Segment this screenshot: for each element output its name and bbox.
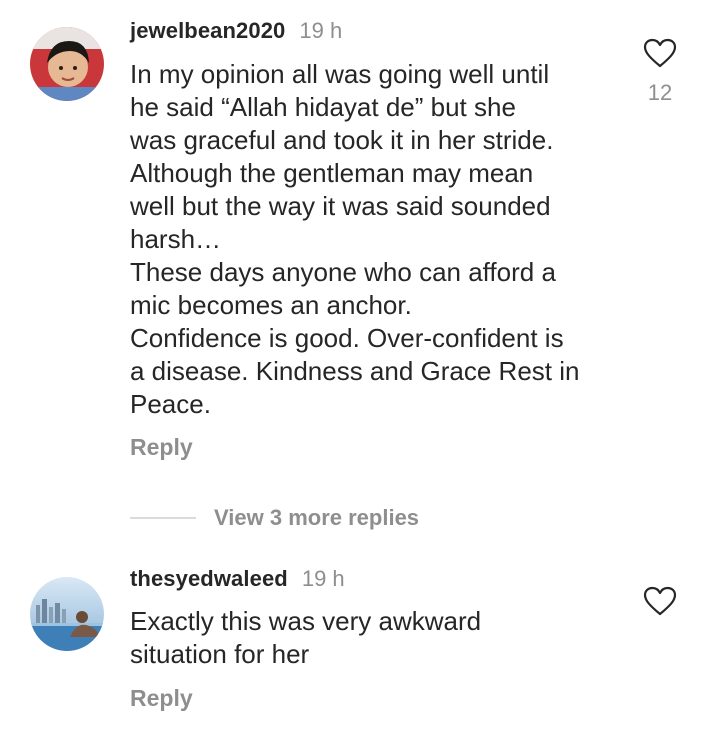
avatar[interactable] [30, 577, 104, 651]
reply-button[interactable]: Reply [130, 685, 193, 712]
comment-meta: jewelbean2020 19 h [130, 18, 342, 44]
username[interactable]: jewelbean2020 [130, 18, 285, 43]
comment-meta: thesyedwaleed 19 h [130, 566, 345, 592]
heart-outline-icon [643, 38, 677, 68]
comment: jewelbean2020 19 h In my opinion all was … [0, 0, 720, 480]
avatar-image [30, 577, 104, 651]
divider-line [130, 517, 196, 519]
view-more-replies-button[interactable]: View 3 more replies [130, 503, 419, 533]
avatar[interactable] [30, 27, 104, 101]
view-more-replies-label: View 3 more replies [214, 505, 420, 530]
like-button[interactable] [640, 38, 680, 68]
reply-button[interactable]: Reply [130, 434, 193, 461]
avatar-image [30, 27, 104, 101]
comment-text: In my opinion all was going well until h… [130, 59, 580, 419]
timestamp: 19 h [301, 566, 345, 591]
comment: thesyedwaleed 19 h Exactly this was very … [0, 560, 720, 741]
username[interactable]: thesyedwaleed [130, 566, 288, 591]
like-count: 12 [647, 80, 673, 105]
like-button[interactable] [640, 586, 680, 616]
timestamp: 19 h [299, 18, 343, 43]
heart-outline-icon [643, 586, 677, 616]
comment-text: Exactly this was very awkward situation … [130, 606, 482, 669]
